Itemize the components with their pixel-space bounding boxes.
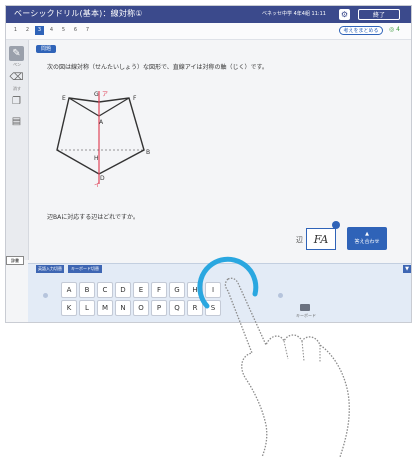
tab-6[interactable]: 6 bbox=[71, 26, 80, 35]
label-i-axis: イ bbox=[94, 182, 100, 188]
title-bar: ベーシックドリル(基本)：線対称① ベネッセ中学 4年4組 11:11 ⚙ 終了 bbox=[6, 6, 411, 23]
label-d: D bbox=[100, 175, 105, 182]
check-answer-label: 答え合わせ bbox=[354, 239, 380, 245]
key-e[interactable]: E bbox=[133, 282, 149, 298]
status-indicator: ◎ 4 bbox=[389, 26, 400, 33]
label-h: H bbox=[94, 155, 99, 162]
symmetric-figure: G ア E F A C B H D イ bbox=[54, 91, 150, 188]
input-badge-icon bbox=[332, 221, 340, 229]
label-b: B bbox=[146, 149, 150, 156]
label-g: G bbox=[94, 91, 99, 98]
key-k[interactable]: K bbox=[61, 300, 77, 316]
label-a: A bbox=[99, 119, 104, 126]
question-prompt: 辺BAに対応する辺はどれですか。 bbox=[47, 214, 139, 221]
eraser-label: 消す bbox=[13, 86, 21, 91]
tool-sidebar: ✎ ペン ⌫ 消す ❐ ▤ bbox=[6, 40, 29, 260]
key-p[interactable]: P bbox=[151, 300, 167, 316]
label-e: E bbox=[62, 95, 66, 102]
keyboard-mode-tab-switch[interactable]: キーボード切替 bbox=[68, 265, 102, 273]
hand-outline-left bbox=[224, 278, 268, 457]
key-q[interactable]: Q bbox=[169, 300, 185, 316]
answer-prefix: 辺 bbox=[296, 236, 303, 244]
collapse-icon[interactable]: ▼ bbox=[403, 265, 411, 273]
key-o[interactable]: O bbox=[133, 300, 149, 316]
page-title: ベーシックドリル(基本)：線対称① bbox=[14, 9, 143, 18]
answer-input[interactable]: FA bbox=[306, 228, 336, 250]
tab-1[interactable]: 1 bbox=[11, 26, 20, 35]
key-d[interactable]: D bbox=[115, 282, 131, 298]
gear-icon[interactable]: ⚙ bbox=[339, 9, 350, 20]
tab-4[interactable]: 4 bbox=[47, 26, 56, 35]
label-a-axis: ア bbox=[102, 91, 108, 98]
key-m[interactable]: M bbox=[97, 300, 113, 316]
label-f: F bbox=[133, 95, 137, 102]
pointing-hand bbox=[224, 277, 350, 457]
note-icon[interactable]: ▤ bbox=[9, 114, 24, 129]
key-a[interactable]: A bbox=[61, 282, 77, 298]
tab-5[interactable]: 5 bbox=[59, 26, 68, 35]
key-b[interactable]: B bbox=[79, 282, 95, 298]
question-tab-bar: 1 2 3 4 5 6 7 考えをまとめる ◎ 4 bbox=[6, 23, 411, 40]
tab-7[interactable]: 7 bbox=[83, 26, 92, 35]
tab-2[interactable]: 2 bbox=[23, 26, 32, 35]
scroll-left-icon[interactable] bbox=[43, 293, 48, 298]
key-l[interactable]: L bbox=[79, 300, 95, 316]
pen-icon[interactable]: ✎ bbox=[9, 46, 24, 61]
user-info: ベネッセ中学 4年4組 11:11 bbox=[262, 11, 326, 17]
key-c[interactable]: C bbox=[97, 282, 113, 298]
figure-outline bbox=[56, 97, 145, 175]
hand-knuckles bbox=[283, 340, 321, 363]
dictionary-button[interactable]: 辞書 bbox=[6, 256, 24, 265]
copy-icon[interactable]: ❐ bbox=[9, 94, 24, 109]
pen-label: ペン bbox=[13, 62, 21, 67]
key-g[interactable]: G bbox=[169, 282, 185, 298]
key-f[interactable]: F bbox=[151, 282, 167, 298]
key-n[interactable]: N bbox=[115, 300, 131, 316]
question-tag: 問題 bbox=[36, 45, 56, 53]
hint-button[interactable]: 考えをまとめる bbox=[339, 26, 383, 35]
question-text: 次の図は線対称（せんたいしょう）な図形で、直線アイは対称の軸（じく）です。 bbox=[47, 64, 268, 71]
eraser-icon[interactable]: ⌫ bbox=[9, 70, 24, 85]
hand-outline-right bbox=[227, 277, 350, 457]
keyboard-mode-tab-english[interactable]: 英語入力切替 bbox=[36, 265, 64, 273]
tab-3[interactable]: 3 bbox=[35, 26, 44, 35]
end-button[interactable]: 終了 bbox=[358, 9, 400, 20]
check-answer-button[interactable]: ▲ 答え合わせ bbox=[347, 227, 387, 250]
